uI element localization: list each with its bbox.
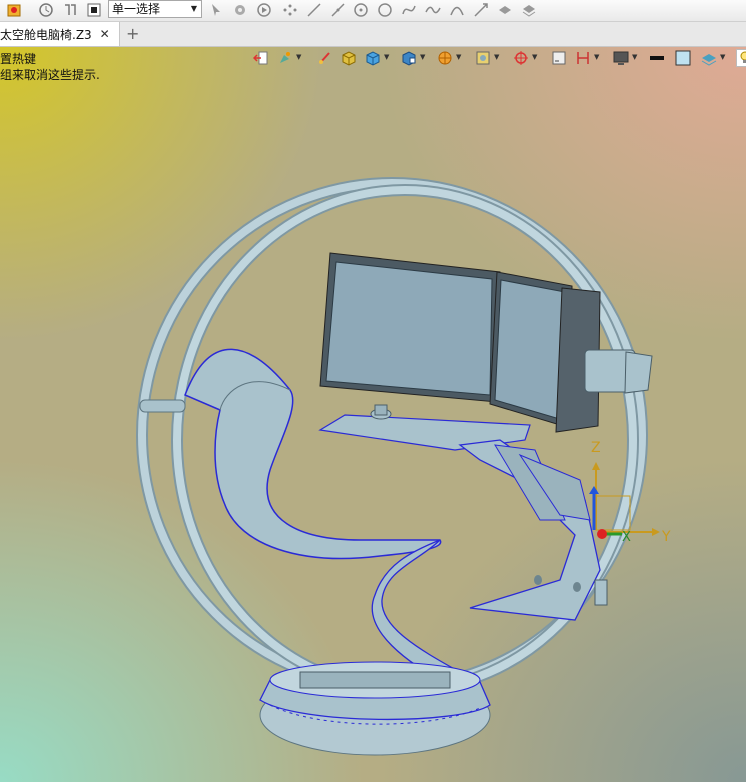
tab-document[interactable]: 太空舱电脑椅.Z3 ✕: [0, 22, 120, 46]
selection-mode-value: 单一选择: [112, 2, 161, 16]
stack-icon[interactable]: [497, 2, 513, 18]
document-tab-bar: 太空舱电脑椅.Z3 ✕ +: [0, 22, 746, 47]
stop-icon[interactable]: [86, 2, 102, 18]
triad-label-z: Z: [591, 440, 601, 456]
clock-icon[interactable]: [38, 2, 54, 18]
spline-icon[interactable]: [401, 2, 417, 18]
close-icon[interactable]: ✕: [100, 27, 110, 41]
play-icon[interactable]: [256, 2, 272, 18]
app-icon[interactable]: [6, 2, 22, 18]
pointer-icon[interactable]: [208, 2, 224, 18]
left-axle: [139, 399, 186, 413]
triad-label-y: Y: [661, 529, 671, 545]
support-frame: [458, 439, 608, 621]
3d-viewport[interactable]: 置热键 组来取消这些提示. ▼ ▼ ▼ ▼ ▼ ▼ ▼ ▼ ▼ Z Y X: [0, 47, 746, 782]
filter-icon[interactable]: [62, 2, 78, 18]
circle-point-icon[interactable]: [353, 2, 369, 18]
chevron-down-icon: ▼: [190, 4, 197, 13]
wave-icon[interactable]: [425, 2, 441, 18]
nodes-icon[interactable]: [282, 2, 298, 18]
arc-icon[interactable]: [449, 2, 465, 18]
line-icon[interactable]: [306, 2, 322, 18]
arrow-line-icon[interactable]: [473, 2, 489, 18]
selection-mode-dropdown[interactable]: 单一选择 ▼: [108, 0, 202, 18]
triad-label-x: X: [622, 530, 631, 545]
base: [259, 661, 491, 756]
main-toolbar: 单一选择 ▼: [0, 0, 746, 22]
new-tab-icon[interactable]: +: [126, 24, 139, 43]
tab-document-label: 太空舱电脑椅.Z3: [0, 27, 92, 42]
circle-icon[interactable]: [377, 2, 393, 18]
monitors: [319, 252, 653, 433]
seat: [184, 348, 467, 686]
space-capsule-chair-model[interactable]: Z Y X: [0, 47, 746, 782]
segment-icon[interactable]: [330, 2, 346, 18]
layers-icon[interactable]: [521, 2, 537, 18]
gear-icon[interactable]: [232, 2, 248, 18]
